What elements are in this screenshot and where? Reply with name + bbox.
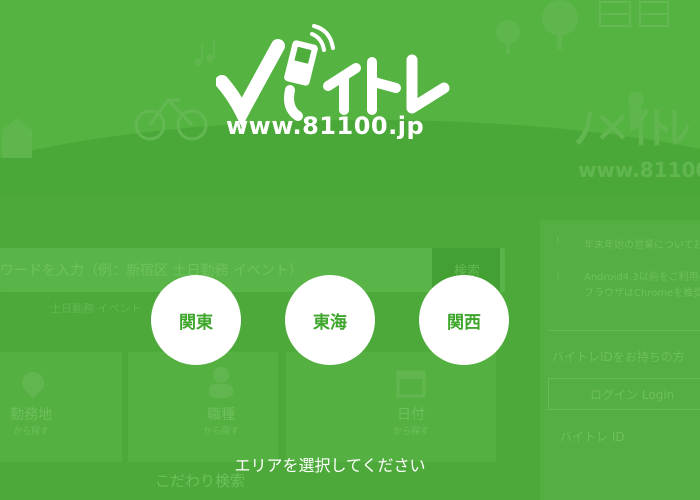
select-area-prompt: エリアを選択してください	[234, 456, 426, 475]
background-card-location: 勤務地 から探す	[0, 352, 122, 462]
phone-icon	[284, 24, 335, 121]
background-logo: ﾉ✕ｲﾄﾚ	[574, 103, 691, 154]
building-icon	[599, 1, 669, 27]
calendar-icon	[396, 370, 426, 398]
bicycle-icon	[134, 97, 208, 141]
tree-icon	[496, 0, 578, 54]
music-note-icon	[194, 40, 215, 66]
warning-icon: !	[556, 272, 561, 283]
person-icon	[209, 367, 233, 398]
region-button-tokai[interactable]: 東海	[285, 275, 375, 365]
background-logo-url: www.81100	[578, 158, 700, 182]
house-icon	[0, 118, 34, 158]
map-pin-icon	[17, 367, 49, 399]
logo-url: www.81100.jp	[226, 112, 425, 140]
warning-icon: !	[556, 236, 561, 247]
background-card-date: 日付 から探す	[286, 352, 496, 462]
region-button-kansai[interactable]: 関西	[419, 275, 509, 365]
background-search-placeholder: ワードを入力（例：新宿区 土日勤務 イベント）	[0, 263, 303, 279]
background-card-job: 職種 から探す	[128, 352, 278, 462]
background-tags: 土日勤務 イベント	[50, 302, 142, 315]
region-button-kanto[interactable]: 関東	[151, 275, 241, 365]
